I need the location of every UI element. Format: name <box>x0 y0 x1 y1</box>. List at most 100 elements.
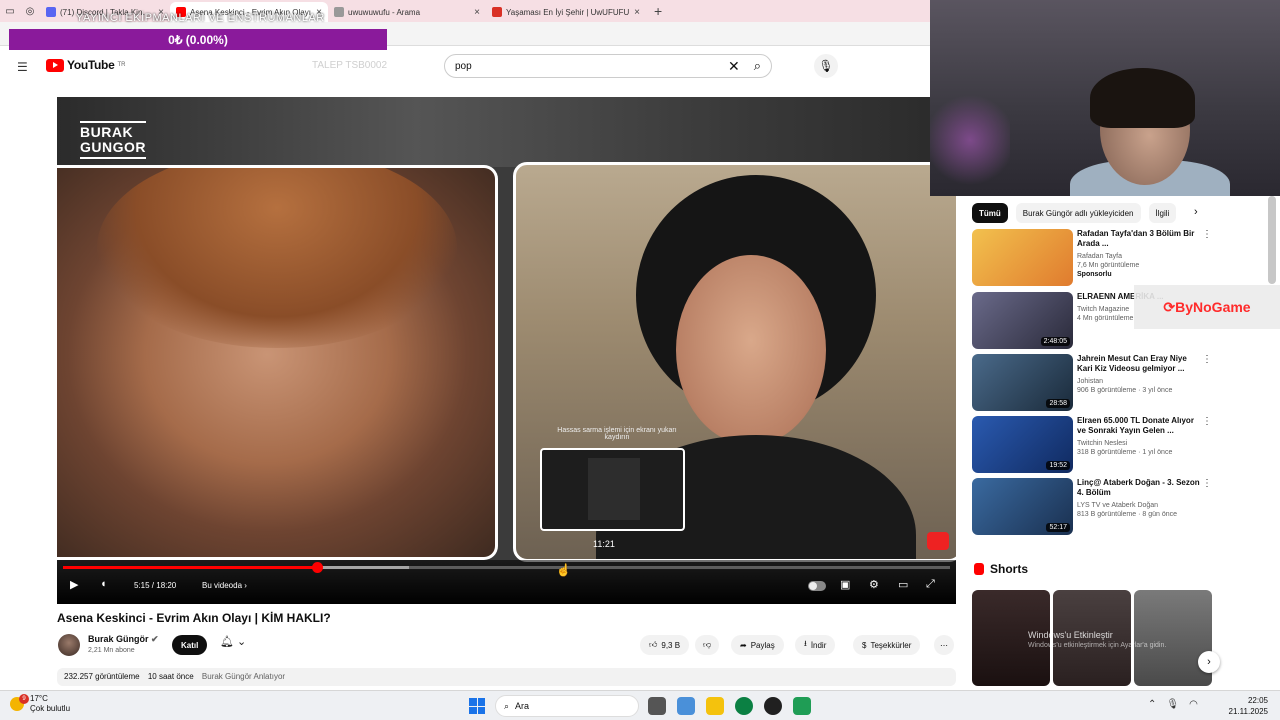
description-box[interactable]: 232.257 görüntüleme 10 saat önce Burak G… <box>57 668 956 686</box>
video-player[interactable]: BURAK GUNGOR Hassas sarma işlemi için ek… <box>57 97 956 604</box>
system-tray: ⌃ 🎙︎ ◠ <box>1148 699 1198 710</box>
thanks-button[interactable]: $ Teşekkürler <box>853 635 921 655</box>
join-button[interactable]: Katıl <box>172 635 208 655</box>
rec-views: 7,6 Mn görüntüleme <box>1077 262 1140 269</box>
video-thumbnail[interactable]: 28:58 <box>972 354 1073 411</box>
rec-channel: Rafadan Tayfa <box>1077 253 1123 260</box>
video-thumbnail[interactable]: 52:17 <box>972 478 1073 535</box>
pinned-tab-icon[interactable]: ◎ <box>20 0 40 22</box>
more-options-icon[interactable]: ⋮ <box>1202 416 1212 427</box>
video-thumbnail[interactable]: 19:52 <box>972 416 1073 473</box>
windows-taskbar: 9 17°C Çok bulutlu ⌕ Ara ⌃ 🎙︎ ◠ 22:05 21… <box>0 690 1280 720</box>
youtube-header: ☰ YouTube TR TALEP TSB0002 pop ✕ ⌕ 🎙 <box>0 52 930 80</box>
progress-bar[interactable] <box>63 562 950 573</box>
edge-browser-icon[interactable] <box>735 697 753 715</box>
new-tab-icon[interactable]: + <box>646 3 670 19</box>
page-scrollbar[interactable] <box>1268 196 1276 284</box>
voice-search-mic-icon[interactable]: 🎙 <box>814 54 838 78</box>
more-actions-icon[interactable]: ⋯ <box>934 635 954 655</box>
subscribe-watermark-icon[interactable] <box>927 532 949 550</box>
windows-start-icon[interactable] <box>469 698 485 714</box>
wifi-icon[interactable]: ◠ <box>1189 699 1198 710</box>
weather-widget[interactable]: 9 17°C Çok bulutlu <box>10 694 70 714</box>
tab-actions-icon[interactable]: ▭ <box>0 0 20 22</box>
shorts-next-chevron-icon[interactable]: › <box>1198 651 1220 673</box>
rec-views: 318 B görüntüleme · 1 yıl önce <box>1077 449 1173 456</box>
video-thumbnail[interactable] <box>972 229 1073 286</box>
close-tab-icon[interactable]: × <box>474 7 480 18</box>
clear-search-icon[interactable]: ✕ <box>728 58 740 75</box>
discord-favicon-icon <box>46 7 56 17</box>
region-code: TR <box>117 62 126 68</box>
search-box[interactable]: pop ✕ ⌕ <box>444 54 772 78</box>
chip-related[interactable]: İlgili <box>1148 203 1177 223</box>
video-duration: 19:52 <box>1046 461 1070 470</box>
share-icon: ➦ <box>740 640 747 650</box>
channel-name[interactable]: Burak Güngör ✔ <box>88 634 159 645</box>
chevron-right-icon[interactable]: › <box>1194 206 1198 218</box>
copilot-icon[interactable] <box>677 697 695 715</box>
autoplay-toggle[interactable] <box>808 581 826 591</box>
seek-preview-thumbnail <box>540 448 685 531</box>
microphone-icon[interactable]: 🎙︎ <box>1166 699 1179 710</box>
search-input[interactable]: pop <box>455 61 728 72</box>
seek-preview-time: 11:21 <box>593 539 615 549</box>
like-button[interactable]: 👍︎ 9,3 B <box>640 635 690 655</box>
chip-from-uploader[interactable]: Burak Güngör adlı yükleyiciden <box>1015 203 1141 223</box>
recommendation-item[interactable]: 52:17 Linç@ Ataberk Doğan - 3. Sezon 4. … <box>972 478 1212 536</box>
stream-overlay-title: YAYINCI EKİPMANLARI VE ENSTRÜMANLAR <box>76 12 325 24</box>
more-options-icon[interactable]: ⋮ <box>1202 229 1212 240</box>
shorts-label: Shorts <box>990 562 1029 576</box>
taskbar-search[interactable]: ⌕ Ara <box>495 695 639 717</box>
donation-goal-bar: 0₺ (0.00%) <box>9 29 387 50</box>
video-frame-left-person <box>57 165 498 560</box>
chapter-button[interactable]: Bu videoda › <box>202 581 247 590</box>
channel-name-text: Burak Güngör <box>88 634 149 644</box>
recommendation-item[interactable]: 28:58 Jahrein Mesut Can Eray Niye Kari K… <box>972 354 1212 412</box>
volume-icon[interactable]: ◖ <box>100 578 107 590</box>
more-options-icon[interactable]: ⋮ <box>1202 354 1212 365</box>
subtitles-icon[interactable]: ▣ <box>840 578 850 591</box>
like-count: 9,3 B <box>661 640 681 650</box>
settings-gear-icon[interactable]: ⚙ <box>869 578 879 591</box>
download-icon: ⭳ <box>804 639 807 648</box>
more-options-icon[interactable]: ⋮ <box>1202 478 1212 489</box>
weather-condition: Çok bulutlu <box>30 704 71 713</box>
scrubber-handle[interactable] <box>311 562 323 573</box>
tray-overflow-chevron-icon[interactable]: ⌃ <box>1148 699 1156 710</box>
chip-all[interactable]: Tümü <box>972 203 1008 223</box>
system-clock[interactable]: 22:05 21.11.2025 <box>1218 695 1268 717</box>
terminal-icon[interactable] <box>793 697 811 715</box>
rec-channel: Johistan <box>1077 378 1104 385</box>
brand-line-1: BURAK <box>80 124 134 140</box>
close-tab-icon[interactable]: × <box>634 7 640 18</box>
dislike-button[interactable]: 👎︎ <box>695 635 720 655</box>
video-thumbnail[interactable]: 2:48:05 <box>972 292 1073 349</box>
download-button[interactable]: ⭳ İndir <box>795 635 836 655</box>
file-explorer-icon[interactable] <box>706 697 724 715</box>
youtube-play-logo-icon <box>46 58 64 72</box>
task-view-icon[interactable] <box>648 697 666 715</box>
short-video-card[interactable] <box>1134 590 1212 686</box>
search-icon[interactable]: ⌕ <box>754 58 761 74</box>
clock-date: 21.11.2025 <box>1228 707 1268 716</box>
youtube-logo[interactable]: YouTube TR <box>46 58 125 72</box>
tab-search[interactable]: uwuwuwufu - Arama × <box>328 2 486 22</box>
channel-brand-logo: BURAK GUNGOR <box>80 121 146 159</box>
menu-icon[interactable]: ☰ <box>17 60 28 74</box>
share-button[interactable]: ➦ Paylaş <box>731 635 784 655</box>
description-channel-link[interactable]: Burak Güngör Anlatıyor <box>202 672 285 681</box>
obs-icon[interactable] <box>764 697 782 715</box>
channel-avatar[interactable] <box>58 634 80 656</box>
uwufufu-favicon-icon <box>492 7 502 17</box>
tab-uwufufu[interactable]: Yaşaması En İyi Şehir | UwUFUFU × <box>486 2 646 22</box>
fullscreen-icon[interactable]: ⤢ <box>926 578 935 591</box>
seek-hint-text: Hassas sarma işlemi için ekranı yukarı k… <box>557 427 677 441</box>
player-controls: ▶ ◖ 5:15 / 18:20 Bu videoda › ▣ ⚙ ▭ ⤢ <box>57 560 956 604</box>
time-display: 5:15 / 18:20 <box>134 581 177 590</box>
recommendation-item[interactable]: 19:52 Elraen 65.000 TL Donate Alıyor ve … <box>972 416 1212 474</box>
theater-mode-icon[interactable]: ▭ <box>898 578 908 591</box>
notification-bell-icon[interactable]: 🔔︎ ⌄ <box>214 635 252 655</box>
recommendation-item[interactable]: Rafadan Tayfa'dan 3 Bölüm Bir Arada ... … <box>972 229 1212 287</box>
play-icon[interactable]: ▶ <box>70 578 78 591</box>
